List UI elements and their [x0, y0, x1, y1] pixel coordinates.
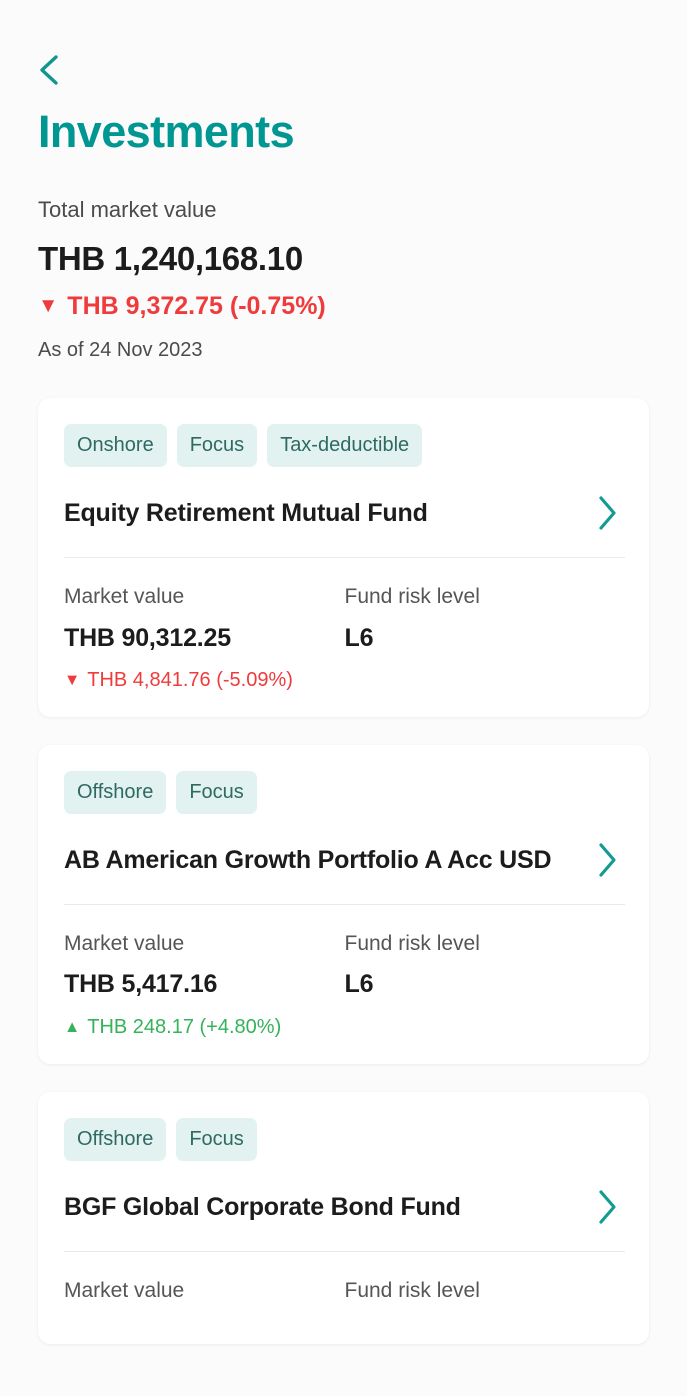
- fund-tag: Focus: [176, 771, 257, 815]
- fund-name: BGF Global Corporate Bond Fund: [64, 1192, 461, 1221]
- fund-card-header: Equity Retirement Mutual Fund: [64, 493, 625, 533]
- investments-screen: Investments Total market value THB 1,240…: [0, 0, 687, 1396]
- market-value-label: Market value: [64, 932, 185, 956]
- market-value-block: Market value: [64, 1278, 345, 1318]
- fund-tag: Tax-deductible: [267, 424, 423, 468]
- back-button[interactable]: [34, 48, 78, 92]
- market-value-change: ▼ THB 4,841.76 (-5.09%): [64, 669, 345, 691]
- top-bar: [0, 0, 687, 94]
- fund-risk-block: Fund risk level L6: [345, 584, 626, 691]
- fund-risk-value: L6: [344, 970, 374, 999]
- fund-risk-block: Fund risk level L6: [345, 931, 626, 1038]
- fund-card[interactable]: Onshore Focus Tax-deductible Equity Reti…: [38, 398, 649, 718]
- fund-metrics: Market value THB 5,417.16 ▲ THB 248.17 (…: [64, 931, 625, 1038]
- fund-risk-label: Fund risk level: [344, 932, 480, 956]
- market-value-change-text: THB 248.17 (+4.80%): [87, 1015, 282, 1038]
- fund-tag: Offshore: [64, 1117, 167, 1161]
- total-market-value-summary: Total market value THB 1,240,168.10 ▼ TH…: [38, 197, 687, 362]
- total-market-value-change: ▼ THB 9,372.75 (-0.75%): [38, 291, 687, 321]
- market-value-change-text: THB 4,841.76 (-5.09%): [87, 669, 293, 692]
- fund-name: AB American Growth Portfolio A Acc USD: [64, 845, 552, 874]
- fund-card[interactable]: Offshore Focus BGF Global Corporate Bond…: [38, 1091, 649, 1344]
- card-divider: [64, 904, 625, 906]
- chevron-right-icon: [595, 493, 621, 533]
- fund-tag: Focus: [176, 424, 258, 468]
- fund-detail-button[interactable]: [591, 493, 625, 533]
- fund-tag: Onshore: [64, 424, 167, 468]
- trend-down-icon: ▼: [38, 294, 59, 318]
- fund-risk-label: Fund risk level: [344, 1278, 480, 1302]
- market-value-block: Market value THB 5,417.16 ▲ THB 248.17 (…: [64, 931, 345, 1038]
- fund-name: Equity Retirement Mutual Fund: [64, 499, 428, 528]
- market-value-change: ▲ THB 248.17 (+4.80%): [64, 1016, 345, 1038]
- fund-risk-block: Fund risk level: [345, 1278, 626, 1318]
- market-value-block: Market value THB 90,312.25 ▼ THB 4,841.7…: [64, 584, 345, 691]
- fund-tag: Offshore: [64, 771, 167, 815]
- fund-tag-list: Onshore Focus Tax-deductible: [64, 424, 625, 468]
- fund-detail-button[interactable]: [591, 840, 625, 880]
- chevron-right-icon: [595, 840, 621, 880]
- fund-card-header: AB American Growth Portfolio A Acc USD: [64, 840, 625, 880]
- fund-detail-button[interactable]: [591, 1187, 625, 1227]
- trend-up-icon: ▲: [64, 1017, 81, 1036]
- trend-down-icon: ▼: [64, 670, 81, 689]
- fund-card-list: Onshore Focus Tax-deductible Equity Reti…: [0, 398, 687, 1344]
- total-change-text: THB 9,372.75 (-0.75%): [67, 291, 326, 320]
- market-value-label: Market value: [64, 585, 185, 609]
- fund-card[interactable]: Offshore Focus AB American Growth Portfo…: [38, 745, 649, 1064]
- market-value-amount: THB 90,312.25: [64, 623, 231, 652]
- chevron-left-icon: [34, 52, 64, 88]
- card-divider: [64, 557, 625, 559]
- card-divider: [64, 1250, 625, 1252]
- fund-card-header: BGF Global Corporate Bond Fund: [64, 1187, 625, 1227]
- fund-risk-value: L6: [344, 623, 374, 652]
- as-of-date: As of 24 Nov 2023: [38, 339, 203, 362]
- fund-tag: Focus: [176, 1117, 257, 1161]
- market-value-label: Market value: [64, 1278, 185, 1302]
- fund-tag-list: Offshore Focus: [64, 771, 625, 815]
- fund-metrics: Market value Fund risk level: [64, 1278, 625, 1318]
- market-value-amount: THB 5,417.16: [64, 970, 218, 999]
- total-market-value-amount: THB 1,240,168.10: [38, 239, 303, 277]
- total-market-value-label: Total market value: [38, 197, 217, 223]
- fund-tag-list: Offshore Focus: [64, 1117, 625, 1161]
- fund-risk-label: Fund risk level: [344, 585, 480, 609]
- page-title: Investments: [38, 106, 295, 157]
- fund-metrics: Market value THB 90,312.25 ▼ THB 4,841.7…: [64, 584, 625, 691]
- chevron-right-icon: [595, 1187, 621, 1227]
